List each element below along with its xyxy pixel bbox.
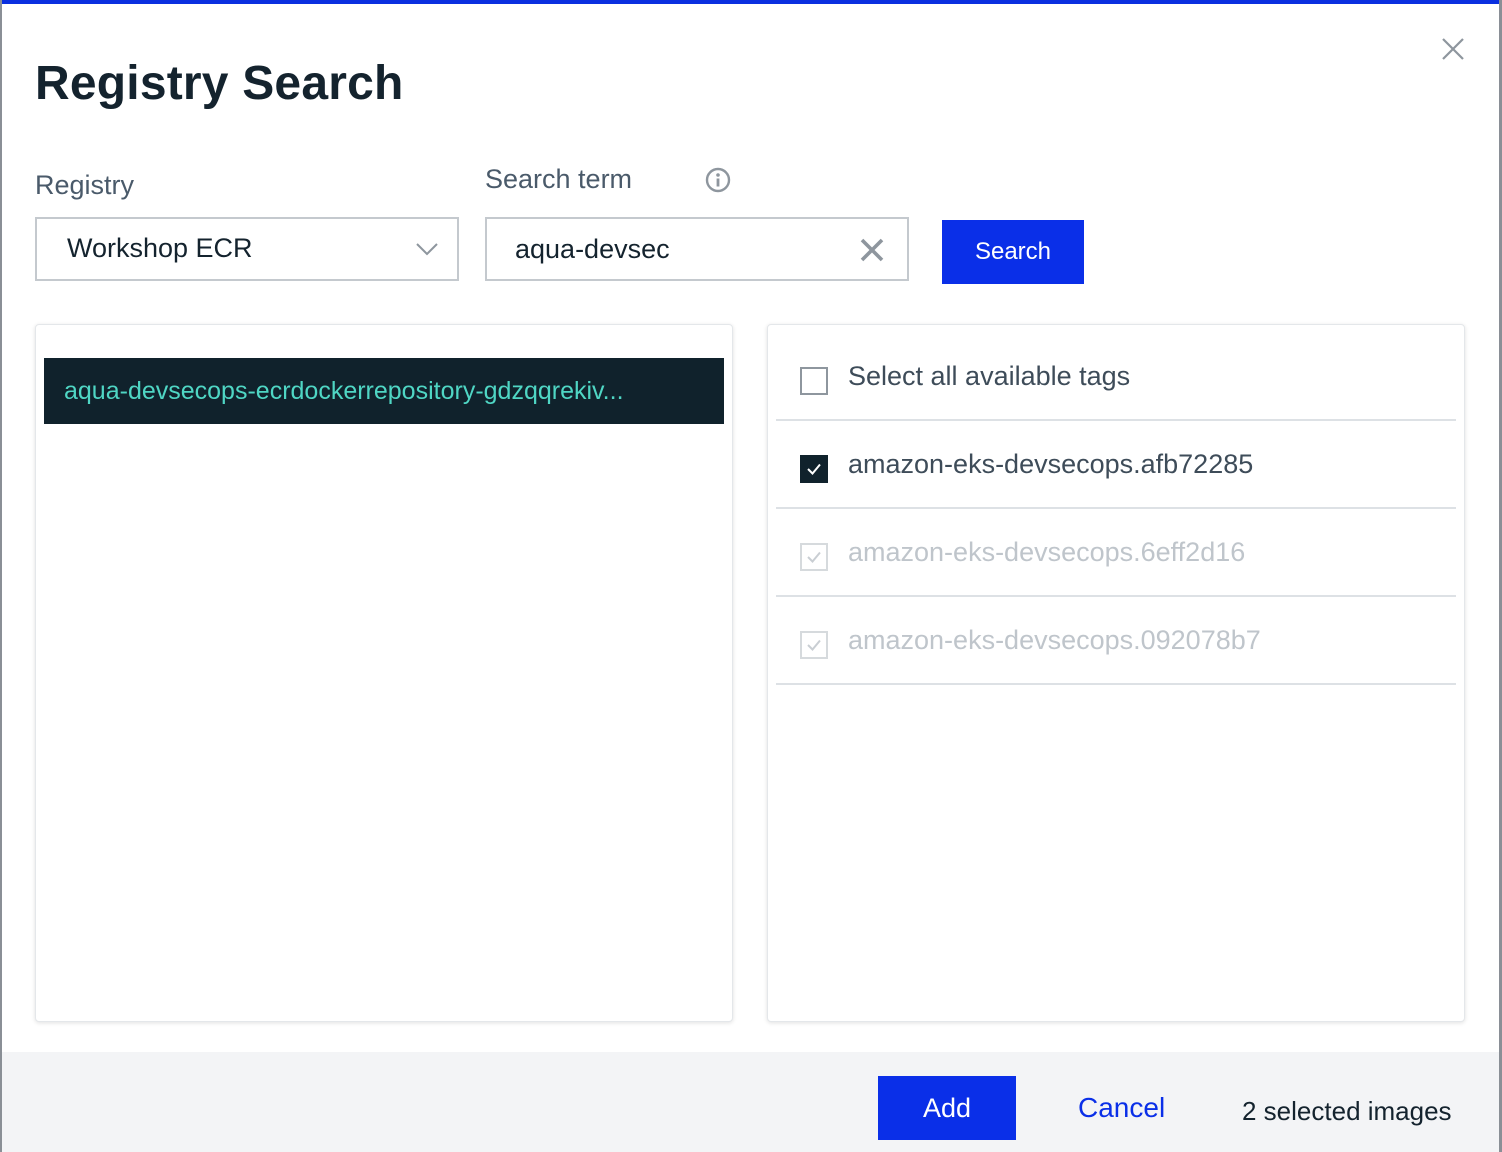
tag-row: amazon-eks-devsecops.6eff2d16 <box>776 509 1456 597</box>
tag-label: amazon-eks-devsecops.6eff2d16 <box>848 537 1246 567</box>
tag-row: amazon-eks-devsecops.092078b7 <box>776 597 1456 685</box>
checkmark-icon <box>807 639 821 651</box>
checkmark-icon <box>807 463 821 475</box>
registry-select[interactable]: Workshop ECR <box>35 217 459 281</box>
repository-list-panel: aqua-devsecops-ecrdockerrepository-gdzqq… <box>35 324 733 1022</box>
tag-checkbox-checked[interactable] <box>800 455 828 483</box>
search-term-label: Search term <box>485 164 633 194</box>
search-button[interactable]: Search <box>942 220 1084 284</box>
chevron-down-icon <box>416 243 438 256</box>
clear-icon[interactable] <box>859 237 885 263</box>
add-button[interactable]: Add <box>878 1076 1016 1140</box>
registry-select-value: Workshop ECR <box>67 233 253 263</box>
checkmark-icon <box>807 551 821 563</box>
tag-label: amazon-eks-devsecops.afb72285 <box>848 449 1254 479</box>
select-all-tags-row[interactable]: Select all available tags <box>776 333 1456 421</box>
close-icon[interactable] <box>1438 34 1468 64</box>
registry-search-dialog: Registry Search Registry Search term Wor… <box>2 0 1499 1152</box>
tag-row[interactable]: amazon-eks-devsecops.afb72285 <box>776 421 1456 509</box>
registry-label: Registry <box>35 170 135 200</box>
selected-images-count: 2 selected images <box>1242 1096 1452 1126</box>
tag-list-panel: Select all available tags amazon-eks-dev… <box>767 324 1465 1022</box>
cancel-button[interactable]: Cancel <box>1064 1076 1179 1140</box>
dialog-footer: Add Cancel 2 selected images <box>2 1052 1499 1152</box>
tag-checkbox-disabled <box>800 543 828 571</box>
select-all-checkbox[interactable] <box>800 367 828 395</box>
dialog-title: Registry Search <box>35 57 404 110</box>
tag-label: amazon-eks-devsecops.092078b7 <box>848 625 1261 655</box>
search-field <box>485 217 909 281</box>
info-icon[interactable] <box>704 166 732 194</box>
search-input[interactable] <box>515 229 835 269</box>
repository-item[interactable]: aqua-devsecops-ecrdockerrepository-gdzqq… <box>44 358 724 424</box>
tag-checkbox-disabled <box>800 631 828 659</box>
select-all-label: Select all available tags <box>848 361 1131 391</box>
